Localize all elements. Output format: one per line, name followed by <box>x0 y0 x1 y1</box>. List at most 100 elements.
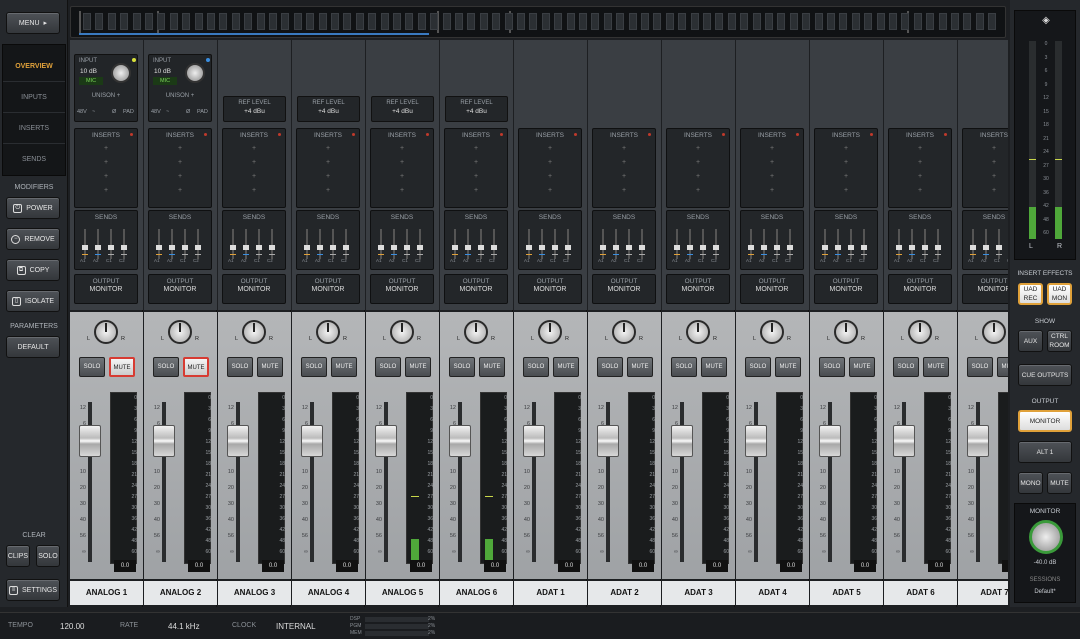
add-insert-slot[interactable]: + <box>371 159 433 166</box>
pan-knob[interactable] <box>686 320 710 344</box>
add-insert-slot[interactable]: + <box>445 145 507 152</box>
sends-module[interactable]: SENDS A1 A2 C1 C2 <box>370 210 434 270</box>
send-fader-handle[interactable] <box>169 245 175 250</box>
send-fader-handle[interactable] <box>526 245 532 250</box>
mute-button[interactable]: MUTE <box>775 357 801 377</box>
overview-channel-cell[interactable] <box>95 13 104 30</box>
overview-channel-cell[interactable] <box>529 13 538 30</box>
phase-button[interactable]: Ø <box>112 109 116 115</box>
send-fader-handle[interactable] <box>861 245 867 250</box>
channel-name[interactable]: ADAT 3 <box>662 581 735 605</box>
fader-cap[interactable] <box>671 425 693 457</box>
add-insert-slot[interactable]: + <box>889 145 951 152</box>
rate-value[interactable]: 44.1 kHz <box>168 622 200 631</box>
overview-channel-cell[interactable] <box>331 13 339 30</box>
send-fader-handle[interactable] <box>243 245 249 250</box>
inserts-module[interactable]: INSERTS + + + + <box>962 128 1008 208</box>
add-insert-slot[interactable]: + <box>371 173 433 180</box>
overview-channel-cell[interactable] <box>281 13 290 30</box>
overview-channel-cell[interactable] <box>653 13 662 30</box>
add-insert-slot[interactable]: + <box>741 145 803 152</box>
overview-channel-cell[interactable] <box>963 13 972 30</box>
send-fader-handle[interactable] <box>330 245 336 250</box>
output-module[interactable]: OUTPUT MONITOR <box>222 274 286 304</box>
overview-channel-cell[interactable] <box>132 13 141 30</box>
output-module[interactable]: OUTPUT MONITOR <box>666 274 730 304</box>
fader-cap[interactable] <box>227 425 249 457</box>
send-fader-handle[interactable] <box>378 245 384 250</box>
add-insert-slot[interactable]: + <box>889 159 951 166</box>
sends-module[interactable]: SENDS A1 A2 C1 C2 <box>962 210 1008 270</box>
remove-button[interactable]: − REMOVE <box>6 228 60 250</box>
overview-channel-cell[interactable] <box>293 13 302 30</box>
channel-name[interactable]: ADAT 5 <box>810 581 883 605</box>
overview-channel-cell[interactable] <box>566 13 575 30</box>
view-inserts[interactable]: INSERTS <box>3 113 65 144</box>
send-fader-handle[interactable] <box>417 245 423 250</box>
uad-rec-button[interactable]: UAD REC <box>1018 283 1043 305</box>
add-insert-slot[interactable]: + <box>75 187 137 194</box>
send-fader-handle[interactable] <box>121 245 127 250</box>
overview-channel-cell[interactable] <box>889 13 897 30</box>
overview-channel-cell[interactable] <box>368 13 377 30</box>
pad-button[interactable]: PAD <box>197 109 208 115</box>
send-fader-handle[interactable] <box>256 245 262 250</box>
overview-channel-cell[interactable] <box>145 13 153 30</box>
add-insert-slot[interactable]: + <box>963 173 1008 180</box>
add-insert-slot[interactable]: + <box>149 187 211 194</box>
add-insert-slot[interactable]: + <box>593 173 655 180</box>
clear-solo-button[interactable]: SOLO <box>36 545 60 567</box>
cue-outputs-button[interactable]: CUE OUTPUTS <box>1018 364 1072 386</box>
send-fader-handle[interactable] <box>95 245 101 250</box>
overview-channel-cell[interactable] <box>579 13 587 30</box>
ref-level-selector[interactable]: REF LEVEL +4 dBu <box>223 96 286 122</box>
add-insert-slot[interactable]: + <box>889 187 951 194</box>
send-fader-handle[interactable] <box>343 245 349 250</box>
add-insert-slot[interactable]: + <box>519 159 581 166</box>
send-fader-handle[interactable] <box>539 245 545 250</box>
send-fader-handle[interactable] <box>465 245 471 250</box>
overview-channel-cell[interactable] <box>901 13 910 30</box>
inserts-module[interactable]: INSERTS + + + + <box>888 128 952 208</box>
inserts-module[interactable]: INSERTS + + + + <box>518 128 582 208</box>
overview-channel-cell[interactable] <box>318 13 327 30</box>
fader-cap[interactable] <box>153 425 175 457</box>
channel-name[interactable]: ANALOG 2 <box>144 581 217 605</box>
send-fader-handle[interactable] <box>822 245 828 250</box>
overview-channel-cell[interactable] <box>988 13 997 30</box>
add-insert-slot[interactable]: + <box>593 187 655 194</box>
unison-button[interactable]: UNISON + <box>75 93 137 99</box>
overview-channel-cell[interactable] <box>703 13 711 30</box>
output-module[interactable]: OUTPUT MONITOR <box>444 274 508 304</box>
phantom-power-button[interactable]: 48V <box>151 109 161 115</box>
overview-channel-cell[interactable] <box>752 13 761 30</box>
sends-module[interactable]: SENDS A1 A2 C1 C2 <box>518 210 582 270</box>
send-fader-handle[interactable] <box>491 245 497 250</box>
overview-channel-cell[interactable] <box>802 13 811 30</box>
send-fader-handle[interactable] <box>626 245 632 250</box>
mute-button[interactable]: MUTE <box>405 357 431 377</box>
preamp-input-module[interactable]: INPUT 10 dB MIC UNISON + 48V ~ Ø PAD <box>148 54 212 122</box>
solo-button[interactable]: SOLO <box>819 357 845 377</box>
power-button[interactable]: ⏻ POWER <box>6 197 60 219</box>
mute-button[interactable]: MUTE <box>331 357 357 377</box>
sends-module[interactable]: SENDS A1 A2 C1 C2 <box>148 210 212 270</box>
fader-cap[interactable] <box>523 425 545 457</box>
send-fader-handle[interactable] <box>182 245 188 250</box>
send-fader-handle[interactable] <box>269 245 275 250</box>
overview-channel-cell[interactable] <box>690 13 699 30</box>
solo-button[interactable]: SOLO <box>153 357 179 377</box>
add-insert-slot[interactable]: + <box>223 173 285 180</box>
overview-channel-cell[interactable] <box>926 13 935 30</box>
add-insert-slot[interactable]: + <box>963 145 1008 152</box>
send-fader-handle[interactable] <box>317 245 323 250</box>
add-insert-slot[interactable]: + <box>519 145 581 152</box>
fader-cap[interactable] <box>375 425 397 457</box>
fader-cap[interactable] <box>819 425 841 457</box>
tempo-value[interactable]: 120.00 <box>60 622 84 631</box>
solo-button[interactable]: SOLO <box>671 357 697 377</box>
overview-channel-cell[interactable] <box>380 13 389 30</box>
send-fader-handle[interactable] <box>774 245 780 250</box>
sends-module[interactable]: SENDS A1 A2 C1 C2 <box>296 210 360 270</box>
overview-channel-cell[interactable] <box>876 13 885 30</box>
